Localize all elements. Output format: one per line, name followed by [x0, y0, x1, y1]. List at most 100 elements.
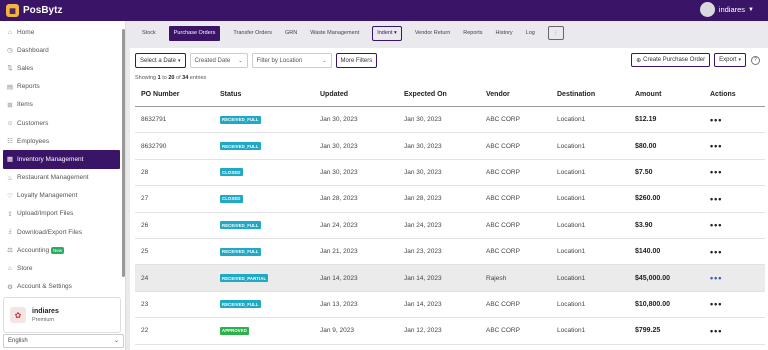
tab-reports[interactable]: Reports	[463, 26, 482, 41]
tab-history[interactable]: History	[496, 26, 513, 41]
tab-stock[interactable]: Stock	[142, 26, 156, 41]
more-actions-icon[interactable]: •••	[710, 273, 722, 283]
more-actions-icon[interactable]: •••	[710, 326, 722, 336]
status-cell: APPROVED	[220, 318, 249, 343]
status-cell: CLOSED	[220, 186, 243, 211]
more-actions-icon[interactable]: •••	[710, 194, 722, 204]
table-row[interactable]: 22 APPROVED Jan 9, 2023 Jan 12, 2023 ABC COR…	[135, 318, 765, 345]
vendor-cell: ABC CORP	[486, 248, 520, 256]
user-menu[interactable]: indiares ▼	[699, 2, 754, 17]
more-actions-icon[interactable]: •••	[710, 247, 722, 257]
tab-more[interactable]: ⋮	[547, 26, 564, 40]
vendor-cell: ABC CORP	[486, 221, 520, 229]
plan-label: Premium	[32, 316, 55, 323]
sidebar-item-label: Reports	[17, 83, 40, 91]
profile-card[interactable]: ✿ indiares Premium	[3, 297, 121, 333]
business-logo-icon: ✿	[10, 307, 26, 323]
sidebar-item-dashboard[interactable]: ◷ Dashboard	[0, 41, 125, 59]
table-row[interactable]: 24 RECEIVED_PARTIAL Jan 14, 2023 Jan 14, 20…	[135, 265, 765, 292]
column-header[interactable]: Amount	[635, 83, 661, 106]
sidebar-item-sales[interactable]: ⇅ Sales	[0, 59, 125, 77]
column-header[interactable]: PO Number	[141, 83, 180, 106]
filter-bar: Select a Date ▾ Created Date ⌄ Filter by L…	[135, 53, 381, 68]
more-filters-button[interactable]: More Filters	[335, 53, 378, 68]
entries-count: Showing 1 to 20 of 34 entries	[135, 75, 207, 81]
table-row[interactable]: 8632790 RECEIVED_FULL Jan 30, 2023 Jan 30, …	[135, 133, 765, 160]
more-actions-icon[interactable]: •••	[710, 141, 722, 151]
sidebar-item-label: Employees	[17, 137, 50, 145]
column-header[interactable]: Actions	[710, 83, 736, 106]
sidebar-item-inventory-management[interactable]: ▦ Inventory Management	[3, 150, 120, 169]
chevron-down-icon: ▼	[748, 6, 754, 13]
sidebar-item-label: Account & Settings	[17, 283, 72, 291]
avatar	[699, 2, 715, 17]
column-header[interactable]: Vendor	[486, 83, 510, 106]
column-header[interactable]: Destination	[557, 83, 595, 106]
settings-icon: ⚙	[7, 283, 13, 291]
tab-vendor-return[interactable]: Vendor Return	[415, 26, 450, 41]
tab-bar: Stock Purchase Orders Transfer Orders GRN Wa…	[130, 21, 768, 45]
dest-cell: Location1	[557, 142, 586, 150]
table-row[interactable]: 23 RECEIVED_FULL Jan 13, 2023 Jan 14, 2023 A…	[135, 292, 765, 319]
sidebar-item-items[interactable]: ⊞ Items	[0, 96, 125, 114]
amount-cell: $260.00	[635, 195, 661, 203]
table-row[interactable]: 25 RECEIVED_FULL Jan 21, 2023 Jan 23, 2023 A…	[135, 239, 765, 266]
column-header[interactable]: Expected On	[404, 83, 447, 106]
tab-transfer-orders[interactable]: Transfer Orders	[233, 26, 272, 41]
sidebar-item-upload-import-files[interactable]: ⇪ Upload/Import Files	[0, 205, 125, 223]
sidebar-item-label: Items	[17, 101, 33, 109]
tab-waste-management[interactable]: Waste Management	[310, 26, 359, 41]
table-row[interactable]: 8632791 RECEIVED_FULL Jan 30, 2023 Jan 30, …	[135, 107, 765, 134]
expected-cell: Jan 14, 2023	[404, 274, 442, 282]
po-cell: 8632790	[141, 142, 167, 150]
language-select[interactable]: English ⌄	[3, 334, 124, 348]
sidebar-item-store[interactable]: ⌂ Store	[0, 259, 125, 277]
updated-cell: Jan 14, 2023	[320, 274, 358, 282]
actions-cell: •••	[710, 186, 722, 211]
more-actions-icon[interactable]: •••	[710, 299, 722, 309]
table-row[interactable]: 26 RECEIVED_FULL Jan 24, 2023 Jan 24, 2023 A…	[135, 213, 765, 239]
help-icon[interactable]: ?	[751, 55, 760, 65]
sidebar-item-download-export-files[interactable]: ⤓ Download/Export Files	[0, 223, 125, 241]
status-badge: RECEIVED_FULL	[220, 115, 261, 124]
sidebar-item-label: Inventory Management	[17, 155, 84, 163]
status-cell: RECEIVED_FULL	[220, 292, 261, 317]
table-row[interactable]: 27 CLOSED Jan 28, 2023 Jan 28, 2023 ABC CORP…	[135, 186, 765, 213]
status-cell: RECEIVED_FULL	[220, 133, 261, 158]
sidebar-item-restaurant-management[interactable]: ♨ Restaurant Management	[0, 169, 125, 187]
sales-icon: ⇅	[7, 65, 13, 73]
column-header[interactable]: Status	[220, 83, 241, 106]
more-actions-icon[interactable]: •••	[710, 167, 722, 177]
sidebar-scrollbar[interactable]	[122, 29, 125, 277]
user-name: indiares	[718, 5, 746, 14]
actions-cell: •••	[710, 292, 722, 317]
sidebar-item-employees[interactable]: ☷ Employees	[0, 132, 125, 150]
plus-icon: ⊕	[636, 57, 642, 64]
location-filter[interactable]: Filter by Location ⌄	[251, 53, 332, 68]
sidebar-item-home[interactable]: ⌂ Home	[0, 23, 125, 41]
amount-cell: $140.00	[635, 248, 661, 256]
column-header[interactable]: Updated	[320, 83, 348, 106]
sidebar-item-loyalty-management[interactable]: ♡ Loyalty Management	[0, 187, 125, 205]
created-date-select[interactable]: Created Date ⌄	[189, 53, 248, 68]
table-row[interactable]: 28 CLOSED Jan 30, 2023 Jan 30, 2023 ABC CORP…	[135, 160, 765, 187]
date-filter-label: Select a Date	[140, 57, 177, 64]
more-actions-icon[interactable]: •••	[710, 220, 722, 230]
status-badge: RECEIVED_FULL	[220, 221, 261, 230]
tab-purchase-orders[interactable]: Purchase Orders	[168, 25, 221, 41]
create-purchase-order-button[interactable]: ⊕ Create Purchase Order	[631, 53, 711, 67]
date-filter-button[interactable]: Select a Date ▾	[135, 53, 186, 68]
more-actions-icon[interactable]: •••	[710, 115, 722, 125]
tab-grn[interactable]: GRN	[285, 26, 297, 41]
sidebar-item-reports[interactable]: ▤ Reports	[0, 78, 125, 96]
tab-indent[interactable]: Indent ▾	[372, 25, 402, 41]
tab-log[interactable]: Log	[526, 26, 535, 41]
logo-icon: ▦	[6, 4, 19, 17]
sidebar-item-account-settings[interactable]: ⚙ Account & Settings	[0, 278, 125, 296]
sidebar-item-accounting[interactable]: ⚖ Accounting New	[0, 241, 125, 259]
app-logo[interactable]: ▦ PosBytz	[6, 4, 62, 17]
export-button[interactable]: Export ▾	[714, 53, 746, 67]
vendor-cell: ABC CORP	[486, 300, 520, 308]
sidebar-item-customers[interactable]: ☺ Customers	[0, 114, 125, 132]
chevron-down-icon: ⌄	[238, 57, 243, 64]
